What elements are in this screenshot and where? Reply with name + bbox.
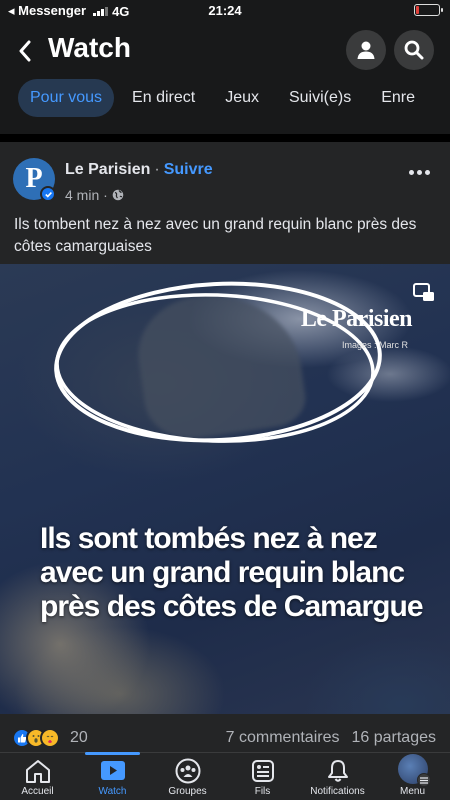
nav-label: Groupes bbox=[168, 786, 207, 797]
nav-item-fils[interactable]: Fils bbox=[225, 753, 300, 800]
reactions-bar: 20 7 commentaires 16 partages bbox=[0, 720, 450, 756]
more-options-button[interactable] bbox=[409, 170, 430, 175]
nav-label: Fils bbox=[254, 786, 271, 797]
status-time: 21:24 bbox=[208, 3, 242, 18]
verified-badge-icon bbox=[40, 186, 56, 202]
reaction-icons[interactable] bbox=[12, 728, 60, 748]
post-header: Le Parisien · Suivre bbox=[65, 161, 213, 179]
post-caption: Ils tombent nez à nez avec un grand requ… bbox=[14, 216, 417, 255]
search-icon bbox=[404, 40, 424, 60]
tab-pour-vous[interactable]: Pour vous bbox=[18, 79, 115, 117]
shares-count-link[interactable]: 16 partages bbox=[351, 729, 436, 747]
bottom-nav: Accueil Watch Groupes Fils Notifications… bbox=[0, 752, 450, 800]
page-title: Watch bbox=[48, 32, 131, 63]
video-post: P Le Parisien · Suivre 4 min · Ils tombent… bbox=[0, 142, 450, 720]
overlay-line: avec un grand requin blanc bbox=[40, 556, 405, 589]
nav-label: Watch bbox=[98, 786, 127, 797]
circle-annotation bbox=[54, 281, 382, 443]
feeds-icon bbox=[251, 760, 274, 782]
nav-item-accueil[interactable]: Accueil bbox=[0, 753, 75, 800]
person-icon bbox=[357, 41, 375, 59]
video-overlay-text: Ils sont tombés nez à nez avec un grand … bbox=[40, 522, 445, 624]
post-meta: 4 min · bbox=[65, 187, 124, 203]
video-credit: Images : Marc R bbox=[341, 340, 408, 350]
separator-dot: · bbox=[154, 161, 160, 178]
nav-item-menu[interactable]: Menu bbox=[375, 753, 450, 800]
menu-lines-icon bbox=[416, 773, 431, 787]
header: Watch bbox=[0, 24, 450, 78]
post-time[interactable]: 4 min · bbox=[65, 187, 108, 203]
watch-tabs: Pour vous En direct Jeux Suivi(e)s Enre bbox=[0, 78, 450, 118]
battery-icon bbox=[414, 4, 443, 16]
care-reaction-icon bbox=[40, 728, 60, 748]
section-divider bbox=[0, 134, 450, 142]
nav-label: Notifications bbox=[310, 786, 365, 797]
engagement-counts: 7 commentaires 16 partages bbox=[226, 729, 436, 747]
watch-icon bbox=[100, 761, 125, 780]
back-button[interactable] bbox=[10, 34, 40, 68]
bell-icon bbox=[327, 760, 348, 782]
nav-item-groupes[interactable]: Groupes bbox=[150, 753, 225, 800]
tab-en-direct[interactable]: En direct bbox=[120, 79, 207, 117]
video-player[interactable]: Le Parisien Images : Marc R Ils sont tom… bbox=[0, 264, 450, 714]
comments-count-link[interactable]: 7 commentaires bbox=[226, 729, 340, 747]
tab-suivis[interactable]: Suivi(e)s bbox=[277, 79, 363, 117]
video-watermark-logo: Le Parisien bbox=[300, 306, 413, 332]
profile-button[interactable] bbox=[346, 30, 386, 70]
nav-item-notifications[interactable]: Notifications bbox=[300, 753, 375, 800]
nav-label: Accueil bbox=[21, 786, 54, 797]
picture-in-picture-icon[interactable] bbox=[412, 282, 436, 309]
follow-button[interactable]: Suivre bbox=[164, 161, 213, 178]
nav-item-watch[interactable]: Watch bbox=[75, 752, 150, 800]
groups-icon bbox=[175, 758, 200, 784]
status-bar: ◂ Messenger 4G 21:24 bbox=[0, 0, 450, 22]
overlay-line: près des côtes de Camargue bbox=[40, 590, 424, 623]
reaction-count[interactable]: 20 bbox=[70, 729, 88, 747]
search-button[interactable] bbox=[394, 30, 434, 70]
home-icon bbox=[25, 760, 50, 783]
page-name-link[interactable]: Le Parisien bbox=[65, 161, 150, 178]
chevron-left-icon bbox=[19, 40, 31, 62]
tab-jeux[interactable]: Jeux bbox=[213, 79, 271, 117]
nav-label: Menu bbox=[399, 786, 425, 797]
menu-avatar bbox=[397, 754, 431, 787]
overlay-line: Ils sont tombés nez à nez bbox=[40, 522, 378, 555]
tab-enregistres[interactable]: Enre bbox=[369, 79, 427, 117]
globe-icon bbox=[112, 189, 124, 201]
